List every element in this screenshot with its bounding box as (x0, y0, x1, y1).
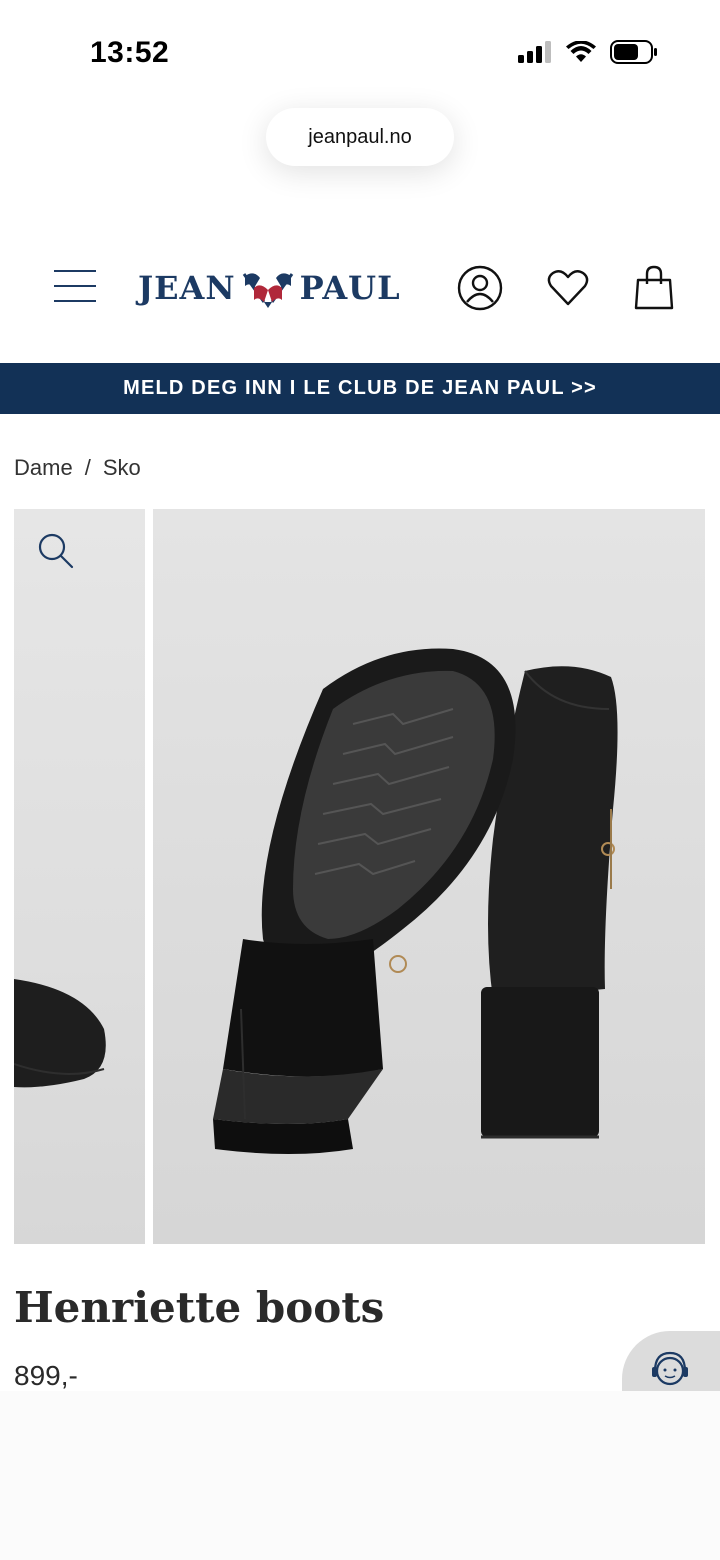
logo-text-left: JEAN (138, 269, 236, 307)
cellular-signal-icon (518, 41, 551, 63)
support-agent-icon (652, 1351, 688, 1386)
customer-service-chat-button[interactable] (622, 1331, 720, 1391)
browser-url-bar[interactable]: jeanpaul.no (266, 108, 454, 166)
url-text: jeanpaul.no (308, 125, 412, 148)
product-image-thumbnail[interactable] (14, 509, 145, 1244)
product-gallery (14, 509, 705, 1244)
breadcrumb: Dame / Sko (14, 455, 141, 481)
shopping-bag-icon[interactable] (630, 264, 678, 312)
heart-icon[interactable] (544, 264, 592, 312)
boots-photo-image (213, 648, 618, 1154)
product-title: Henriette boots (14, 1283, 385, 1332)
status-bar: 13:52 (0, 0, 720, 100)
status-icons (518, 40, 658, 64)
status-time: 13:52 (90, 36, 170, 69)
breadcrumb-item-sko[interactable]: Sko (103, 455, 141, 481)
bottom-blank-area (0, 1391, 720, 1560)
promo-text: MELD DEG INN I LE CLUB DE JEAN PAUL >> (123, 377, 597, 399)
zoom-search-icon[interactable] (36, 531, 76, 571)
brand-logo[interactable]: JEAN PAUL (138, 266, 401, 310)
hamburger-menu-icon[interactable] (54, 270, 96, 304)
boot-toe-image (14, 979, 106, 1088)
club-promo-banner[interactable]: MELD DEG INN I LE CLUB DE JEAN PAUL >> (0, 363, 720, 414)
logo-text-right: PAUL (299, 269, 401, 307)
breadcrumb-separator: / (84, 455, 91, 480)
logo-flags-icon (242, 273, 293, 308)
breadcrumb-item-dame[interactable]: Dame (14, 455, 73, 481)
product-price: 899,- (14, 1360, 78, 1391)
user-icon[interactable] (456, 264, 504, 312)
site-header: JEAN PAUL (0, 240, 720, 340)
wifi-icon (566, 41, 596, 62)
product-image-main[interactable] (153, 509, 705, 1244)
battery-icon (610, 40, 657, 64)
